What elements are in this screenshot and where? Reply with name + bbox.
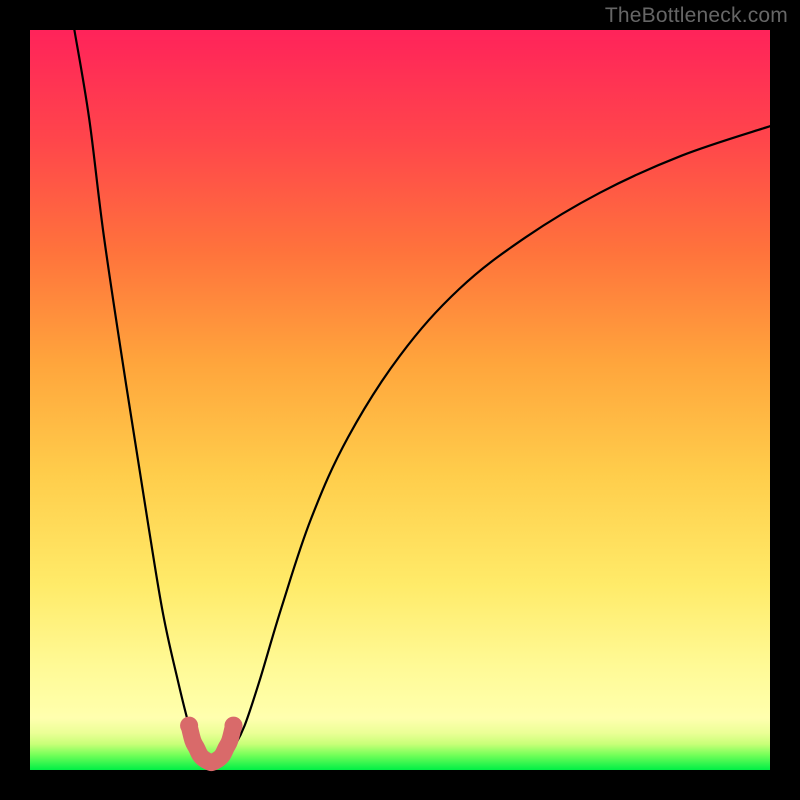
marker-dot [225,717,243,735]
chart-container: TheBottleneck.com [0,0,800,800]
marker-dot [180,717,198,735]
plot-area [30,30,770,770]
curve-layer [30,30,770,770]
marker-dots [180,717,242,735]
watermark-text: TheBottleneck.com [605,4,788,28]
bottleneck-curve [74,30,770,763]
